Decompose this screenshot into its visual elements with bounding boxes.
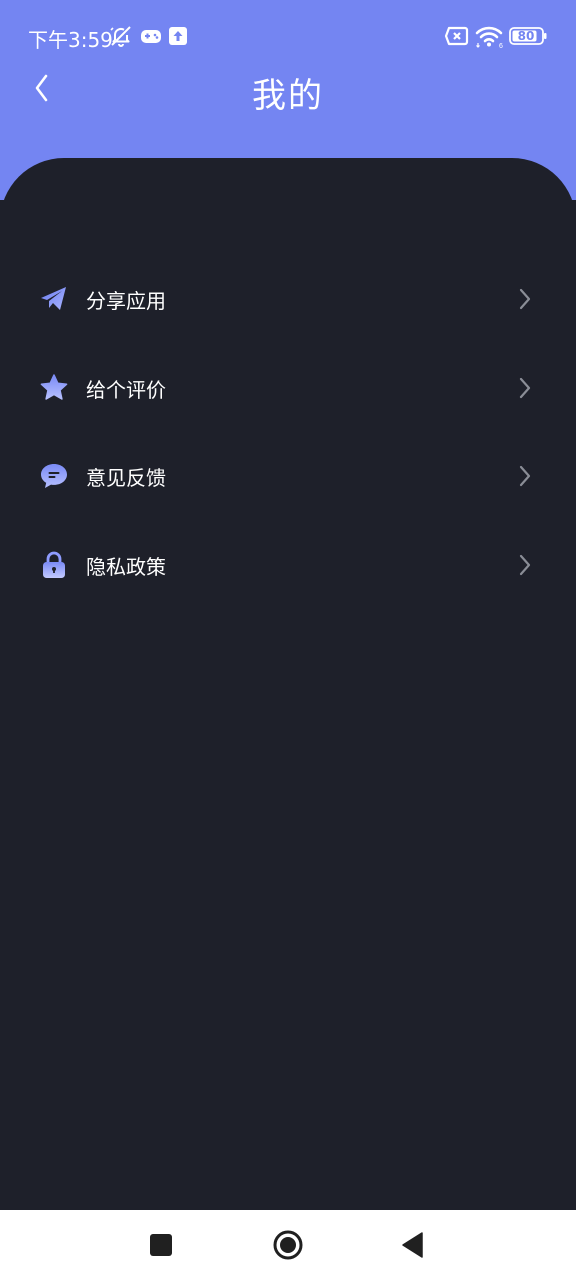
sim-x-icon [444,26,469,46]
settings-menu: 分享应用 给个评价 意见反馈 隐私政策 [0,256,576,610]
svg-text:6: 6 [499,43,503,48]
back-triangle-icon[interactable] [395,1227,431,1263]
menu-item-feedback[interactable]: 意见反馈 [0,433,576,522]
menu-item-rate-app[interactable]: 给个评价 [0,345,576,434]
status-time: 下午3:59 [28,28,113,52]
chevron-right-icon [519,554,531,575]
menu-item-label: 意见反馈 [86,466,166,490]
lock-icon [43,551,65,578]
page-title: 我的 [252,76,324,116]
chevron-right-icon [519,288,531,310]
home-circle-icon[interactable] [270,1227,306,1263]
status-bar: 下午3:59 6 80 [0,18,576,54]
chat-bubble-icon [41,464,67,488]
recents-square-icon[interactable] [143,1227,179,1263]
chevron-right-icon [519,377,531,398]
gamepad-icon [141,30,161,43]
star-icon [40,373,68,400]
system-nav-bar [0,1210,576,1280]
menu-item-label: 分享应用 [86,289,166,313]
chevron-right-icon [519,465,531,487]
top-bar: 我的 [0,60,576,124]
content-panel: 分享应用 给个评价 意见反馈 隐私政策 [0,158,576,1210]
battery-level: 80 [517,29,535,43]
menu-item-label: 隐私政策 [86,554,166,579]
paper-plane-icon [41,287,66,310]
bell-off-icon [110,26,131,47]
upload-icon [169,27,187,45]
wifi-icon: 6 [475,26,503,48]
menu-item-label: 给个评价 [86,377,166,402]
menu-item-share-app[interactable]: 分享应用 [0,256,576,345]
menu-item-privacy-policy[interactable]: 隐私政策 [0,522,576,611]
